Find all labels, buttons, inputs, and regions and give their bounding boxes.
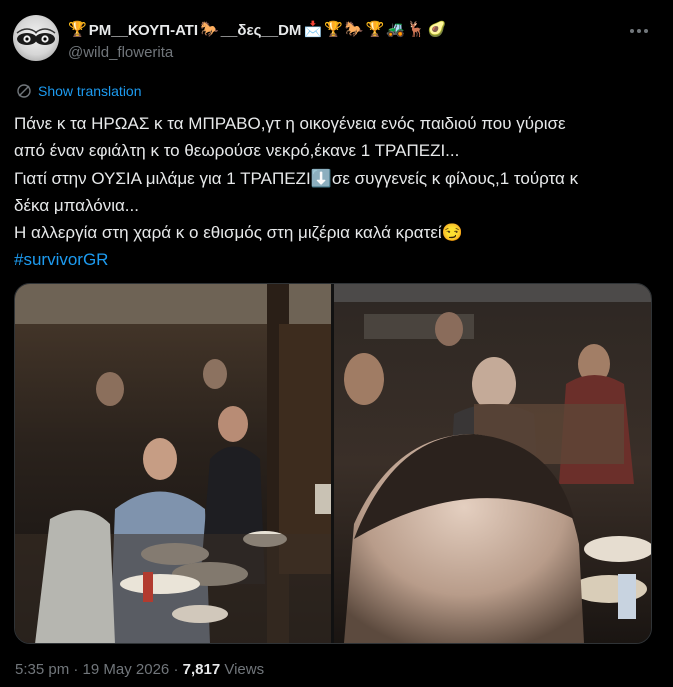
tweet-text-line: Πάνε κ τα ΗΡΩΑΣ κ τα ΜΠΡΑΒΟ,γτ η οικογέν… (14, 114, 566, 133)
tweet-text-line: Η αλλεργία στη χαρά κ ο εθισμός στη μιζέ… (14, 219, 659, 246)
media-photo-right[interactable] (334, 284, 651, 643)
avatar-eyes-image (16, 28, 56, 45)
tweet-meta: 5:35 pm · 19 May 2026 · 7,817 Views (15, 661, 264, 678)
envelope-icon: 📩 (303, 21, 323, 38)
avocado-icon: 🥑 (427, 21, 447, 38)
tweet-text-line: από έναν εφιάλτη κ το θεωρούσε νεκρό,έκα… (14, 141, 460, 161)
views-label: Views (220, 661, 265, 678)
tweet-date[interactable]: 19 May 2026 (83, 661, 170, 678)
tweet-text: Πάνε κ τα ΗΡΩΑΣ κ τα ΜΠΡΑΒΟ,γτ η οικογέν… (14, 110, 659, 274)
tweet-text-line: Γιατί στην ΟΥΣΙΑ μιλάμε για 1 ΤΡΑΠΕΖΙ⬇️σ… (14, 165, 659, 192)
trophy-icon: 🏆 (68, 21, 87, 38)
down-arrow-icon: ⬇️ (310, 168, 332, 188)
deer-icon: 🦌 (406, 21, 426, 38)
tweet: 🏆 PM__ΚΟΥΠ-ΑΤΙ 🐎 __δες__DM 📩 🏆 🐎 🏆 🚜 🦌 🥑… (0, 0, 673, 687)
author-name-row[interactable]: 🏆 PM__ΚΟΥΠ-ΑΤΙ 🐎 __δες__DM 📩 🏆 🐎 🏆 🚜 🦌 🥑 (68, 18, 446, 42)
meta-separator: · (69, 661, 83, 678)
tweet-text-line: δέκα μπαλόνια... (14, 195, 139, 215)
trophy-icon: 🏆 (365, 21, 385, 38)
media-photo-left[interactable] (15, 284, 331, 643)
tweet-text-segment: σε συγγενείς κ φίλους,1 τούρτα κ (331, 168, 579, 188)
views-count[interactable]: 7,817 (183, 661, 221, 678)
display-name[interactable]: PM__ΚΟΥΠ-ΑΤΙ (89, 22, 198, 39)
more-dots-icon (630, 29, 648, 33)
more-options-button[interactable] (624, 18, 654, 44)
restaurant-group-photo (15, 284, 331, 643)
author-handle[interactable]: @wild_flowerita (68, 44, 173, 61)
horse-icon: 🐎 (200, 21, 219, 38)
media-grid (14, 283, 652, 644)
show-translation-label[interactable]: Show translation (38, 83, 142, 99)
smirk-icon: 😏 (441, 223, 463, 243)
restaurant-selfie-photo (334, 284, 651, 643)
horse-icon: 🐎 (344, 21, 364, 38)
meta-separator: · (169, 661, 183, 678)
display-name-suffix[interactable]: __δες__DM (221, 22, 302, 39)
avatar[interactable] (13, 15, 59, 61)
translate-icon (17, 84, 31, 98)
tractor-icon: 🚜 (386, 21, 405, 38)
hashtag-link[interactable]: #survivorGR (14, 246, 659, 273)
trophy-icon: 🏆 (324, 21, 343, 38)
tweet-text-segment: Γιατί στην ΟΥΣΙΑ μιλάμε για 1 ΤΡΑΠΕΖΙ (14, 168, 311, 188)
tweet-time[interactable]: 5:35 pm (15, 661, 69, 678)
show-translation-link[interactable]: Show translation (16, 83, 142, 99)
tweet-text-segment: Η αλλεργία στη χαρά κ ο εθισμός στη μιζέ… (14, 223, 442, 243)
